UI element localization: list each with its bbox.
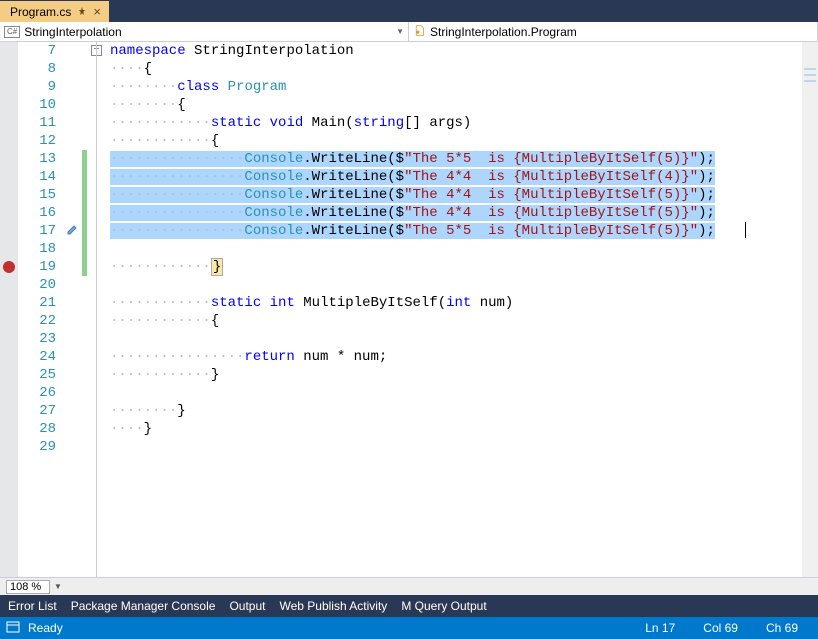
- navigation-bar: C# StringInterpolation ▼ StringInterpola…: [0, 22, 818, 42]
- status-ch: Ch 69: [752, 621, 812, 635]
- close-icon[interactable]: ×: [93, 5, 101, 18]
- breakpoint-icon[interactable]: [3, 261, 15, 273]
- window-icon: [6, 620, 20, 637]
- project-name: StringInterpolation: [24, 25, 121, 39]
- status-bar: Ready Ln 17 Col 69 Ch 69: [0, 617, 818, 639]
- panel-tab-pmc[interactable]: Package Manager Console: [71, 599, 216, 613]
- outlining-margin[interactable]: − − − −: [88, 42, 110, 577]
- chevron-down-icon: ▼: [396, 27, 404, 36]
- document-tab[interactable]: Program.cs ×: [0, 1, 109, 22]
- project-dropdown[interactable]: C# StringInterpolation ▼: [0, 22, 409, 41]
- class-dropdown[interactable]: StringInterpolation.Program: [409, 22, 818, 41]
- zoom-bar: ▼: [0, 577, 818, 595]
- panel-tab-webpublish[interactable]: Web Publish Activity: [279, 599, 387, 613]
- status-line: Ln 17: [631, 621, 689, 635]
- panel-tab-output[interactable]: Output: [229, 599, 265, 613]
- zoom-input[interactable]: [6, 580, 50, 594]
- text-cursor: [745, 222, 746, 238]
- status-ready: Ready: [28, 621, 63, 635]
- status-col: Col 69: [689, 621, 752, 635]
- breakpoint-margin[interactable]: [0, 42, 18, 577]
- line-numbers: 78910 11121314 15161718 19202122 2324252…: [18, 42, 64, 577]
- panel-tab-errorlist[interactable]: Error List: [8, 599, 57, 613]
- class-name: StringInterpolation.Program: [430, 25, 577, 39]
- document-tab-bar: Program.cs ×: [0, 0, 818, 22]
- output-panel-tabs: Error List Package Manager Console Outpu…: [0, 595, 818, 617]
- gutter: 78910 11121314 15161718 19202122 2324252…: [0, 42, 110, 577]
- vertical-scrollbar[interactable]: [802, 42, 818, 577]
- tab-title: Program.cs: [10, 5, 71, 19]
- csharp-badge: C#: [4, 26, 20, 38]
- code-editor[interactable]: 78910 11121314 15161718 19202122 2324252…: [0, 42, 818, 577]
- code-area[interactable]: namespace StringInterpolation ····{ ····…: [110, 42, 818, 577]
- pin-icon[interactable]: [77, 5, 87, 19]
- edit-marker-icon: [64, 225, 78, 241]
- class-icon: [413, 24, 426, 40]
- marker-margin: [64, 42, 82, 577]
- chevron-down-icon[interactable]: ▼: [54, 582, 62, 591]
- panel-tab-mquery[interactable]: M Query Output: [401, 599, 486, 613]
